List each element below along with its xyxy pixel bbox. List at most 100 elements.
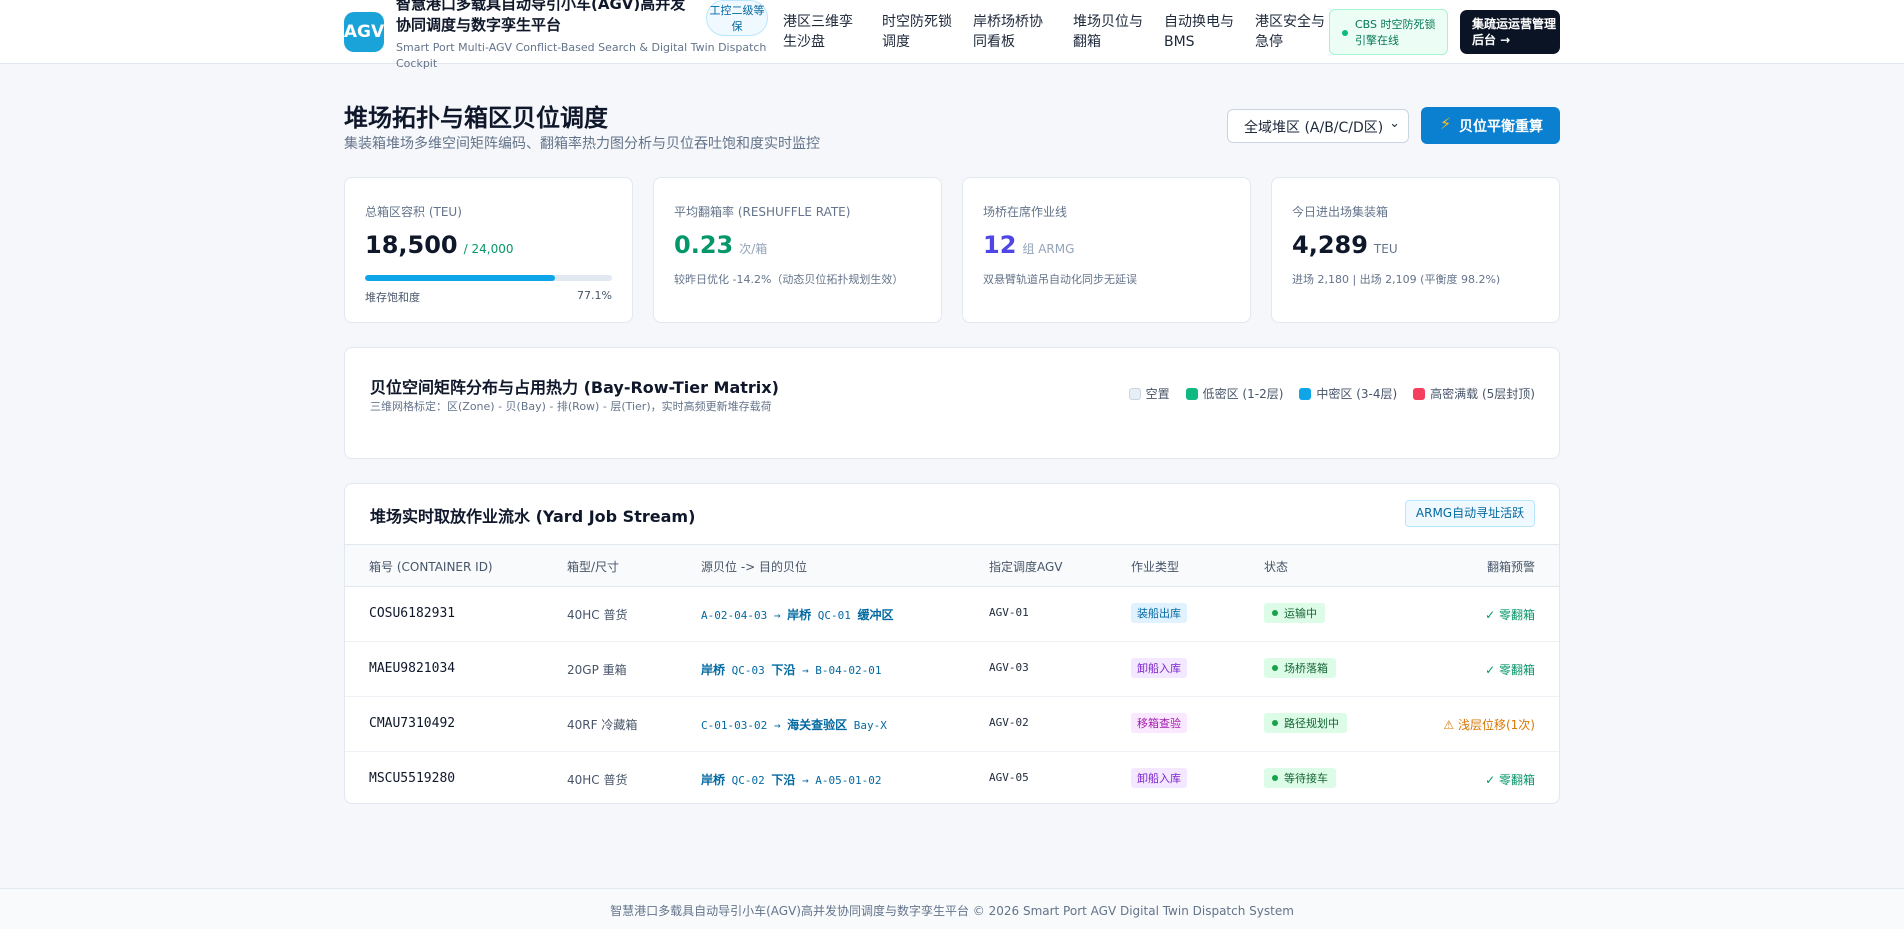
status-dot-icon bbox=[1272, 775, 1278, 781]
job-table-header: 箱号 (CONTAINER ID) 箱型/尺寸 源贝位 -> 目的贝位 指定调度… bbox=[345, 544, 1559, 587]
column-header: 翻箱预警 bbox=[1486, 560, 1535, 574]
status-badge: 场桥落箱 bbox=[1264, 658, 1336, 678]
legend-item-low: 低密区 (1-2层) bbox=[1185, 385, 1284, 402]
saturation-value: 77.1% bbox=[577, 289, 612, 302]
page-footer: 智慧港口多载具自动导引小车(AGV)高并发协同调度与数字孪生平台 © 2026 … bbox=[0, 888, 1904, 929]
container-id: MSCU5519280 bbox=[369, 771, 456, 786]
status-text: 路径规划中 bbox=[1284, 717, 1339, 730]
route-source: C-01-03-02 bbox=[701, 719, 768, 732]
column-header: 作业类型 bbox=[1131, 560, 1180, 574]
security-level-badge: 工控二级等保 bbox=[706, 0, 768, 36]
nav-item-3d-twin[interactable]: 港区三维孪生沙盘 bbox=[783, 12, 855, 52]
legend-label: 中密区 (3-4层) bbox=[1316, 387, 1398, 401]
kpi-value: 18,500 / 24,000 bbox=[365, 231, 513, 259]
armg-active-badge: ARMG自动寻址活跃 bbox=[1405, 500, 1535, 527]
container-id: MAEU9821034 bbox=[369, 661, 456, 676]
legend-label: 空置 bbox=[1145, 387, 1170, 401]
status-text: 等待接车 bbox=[1284, 772, 1328, 785]
kpi-card-throughput: 今日进出场集装箱 4,289 TEU 进场 2,180 | 出场 2,109 (平… bbox=[1271, 177, 1560, 323]
route-source-area: 下沿 bbox=[771, 773, 796, 787]
kpi-note: 较昨日优化 -14.2%（动态贝位拓扑规划生效） bbox=[674, 273, 904, 286]
job-type-tag: 卸船入库 bbox=[1131, 768, 1187, 788]
kpi-label: 总箱区容积 (TEU) bbox=[365, 205, 462, 219]
job-stream-title: 堆场实时取放作业流水 (Yard Job Stream) bbox=[370, 507, 696, 526]
page-subtitle: 集装箱堆场多维空间矩阵编码、翻箱率热力图分析与贝位吞吐饱和度实时监控 bbox=[344, 136, 820, 152]
nav-item-yard-bay[interactable]: 堆场贝位与翻箱 bbox=[1073, 12, 1145, 52]
app-subtitle: Smart Port Multi-AGV Conflict-Based Sear… bbox=[396, 41, 767, 70]
assigned-agv: AGV-02 bbox=[989, 716, 1029, 729]
zone-select[interactable]: 全域堆区 (A/B/C/D区) ⌄ bbox=[1227, 109, 1409, 143]
status-dot-icon bbox=[1272, 665, 1278, 671]
container-id: COSU6182931 bbox=[369, 606, 456, 621]
route-dest-name: 海关查验区 bbox=[787, 718, 848, 732]
status-text: 场桥落箱 bbox=[1284, 662, 1328, 675]
kpi-card-reshuffle: 平均翻箱率 (RESHUFFLE RATE) 0.23 次/箱 较昨日优化 -14… bbox=[653, 177, 942, 323]
table-row[interactable]: MSCU5519280 40HC 普货 岸桥 QC-02 下沿 → A-05-0… bbox=[345, 752, 1559, 807]
column-header: 状态 bbox=[1264, 560, 1289, 574]
status-badge: 路径规划中 bbox=[1264, 713, 1347, 733]
column-header: 箱型/尺寸 bbox=[567, 560, 620, 574]
job-type-tag: 移箱查验 bbox=[1131, 713, 1187, 733]
zone-select-value: 全域堆区 (A/B/C/D区) bbox=[1244, 120, 1384, 136]
legend-label: 高密满载 (5层封顶) bbox=[1430, 387, 1535, 401]
status-dot-icon bbox=[1272, 720, 1278, 726]
route-source: A-02-04-03 bbox=[701, 609, 768, 622]
kpi-value: 4,289 TEU bbox=[1292, 231, 1398, 259]
top-navbar: AGV 智慧港口多载具自动导引小车(AGV)高并发协同调度与数字孪生平台 Sma… bbox=[0, 0, 1904, 70]
admin-console-button[interactable]: 集疏运运营管理后台 → bbox=[1460, 10, 1560, 54]
legend-swatch bbox=[1413, 387, 1426, 400]
route: 岸桥 QC-03 下沿 → B-04-02-01 bbox=[701, 663, 882, 677]
legend-item-mid: 中密区 (3-4层) bbox=[1299, 385, 1397, 402]
page-title: 堆场拓扑与箱区贝位调度 bbox=[344, 104, 608, 132]
job-type-tag: 装船出库 bbox=[1131, 603, 1187, 623]
kpi-unit: 次/箱 bbox=[739, 242, 768, 256]
table-row[interactable]: COSU6182931 40HC 普货 A-02-04-03 → 岸桥 QC-0… bbox=[345, 587, 1559, 642]
nav-item-crane-board[interactable]: 岸桥场桥协同看板 bbox=[973, 12, 1045, 52]
legend-swatch bbox=[1128, 387, 1141, 400]
container-type: 40HC 普货 bbox=[567, 773, 628, 787]
kpi-label: 今日进出场集装箱 bbox=[1292, 205, 1389, 219]
route-dest-name: 岸桥 bbox=[787, 608, 812, 622]
cbs-engine-status: CBS 时空防死锁引擎在线 bbox=[1329, 9, 1448, 55]
saturation-label: 堆存饱和度 bbox=[365, 291, 420, 304]
kpi-label: 平均翻箱率 (RESHUFFLE RATE) bbox=[674, 205, 851, 219]
bay-matrix-panel: 贝位空间矩阵分布与占用热力 (Bay-Row-Tier Matrix) 三维网格… bbox=[344, 347, 1560, 459]
column-header: 指定调度AGV bbox=[989, 560, 1063, 574]
status-badge: 运输中 bbox=[1264, 603, 1325, 623]
assigned-agv: AGV-05 bbox=[989, 771, 1029, 784]
kpi-value-number: 12 bbox=[983, 231, 1017, 259]
nav-item-safety-estop[interactable]: 港区安全与急停 bbox=[1255, 12, 1327, 52]
cbs-status-text: CBS 时空防死锁引擎在线 bbox=[1355, 18, 1436, 47]
route-dest-code: QC-01 bbox=[817, 609, 851, 622]
route-source-name: 岸桥 bbox=[701, 663, 726, 677]
table-row[interactable]: CMAU7310492 40RF 冷藏箱 C-01-03-02 → 海关查验区 … bbox=[345, 697, 1559, 752]
reshuffle-warning: ✓ 零翻箱 bbox=[1485, 663, 1535, 677]
kpi-value-number: 0.23 bbox=[674, 231, 734, 259]
legend-item-empty: 空置 bbox=[1128, 385, 1170, 402]
legend-label: 低密区 (1-2层) bbox=[1202, 387, 1284, 401]
yard-job-stream-panel: 堆场实时取放作业流水 (Yard Job Stream) ARMG自动寻址活跃 … bbox=[344, 483, 1560, 804]
column-header: 箱号 (CONTAINER ID) bbox=[369, 560, 493, 574]
reshuffle-warning: ✓ 零翻箱 bbox=[1485, 608, 1535, 622]
kpi-unit: 组 ARMG bbox=[1022, 242, 1075, 256]
route-source-area: 下沿 bbox=[771, 663, 796, 677]
route-dest: A-05-01-02 bbox=[815, 774, 882, 787]
container-type: 40RF 冷藏箱 bbox=[567, 718, 638, 732]
route: C-01-03-02 → 海关查验区 Bay-X bbox=[701, 718, 887, 732]
status-text: 运输中 bbox=[1284, 607, 1317, 620]
kpi-unit: TEU bbox=[1373, 242, 1398, 256]
rebalance-button[interactable]: ⚡ 贝位平衡重算 bbox=[1421, 107, 1560, 144]
container-id: CMAU7310492 bbox=[369, 716, 456, 731]
route-dest-area: 缓冲区 bbox=[857, 608, 894, 622]
nav-item-battery-bms[interactable]: 自动换电与BMS bbox=[1164, 12, 1236, 52]
route-source-code: QC-02 bbox=[731, 774, 765, 787]
route-source-code: QC-03 bbox=[731, 664, 765, 677]
rebalance-button-label: 贝位平衡重算 bbox=[1459, 119, 1543, 135]
table-row[interactable]: MAEU9821034 20GP 重箱 岸桥 QC-03 下沿 → B-04-0… bbox=[345, 642, 1559, 697]
app-title: 智慧港口多载具自动导引小车(AGV)高并发协同调度与数字孪生平台 bbox=[396, 0, 686, 34]
nav-item-deadlock-dispatch[interactable]: 时空防死锁调度 bbox=[882, 12, 954, 52]
container-type: 40HC 普货 bbox=[567, 608, 628, 622]
matrix-legend: 空置 低密区 (1-2层) 中密区 (3-4层) 高密满载 (5层封顶) bbox=[1128, 385, 1535, 402]
matrix-subtitle: 三维网格标定：区(Zone) - 贝(Bay) - 排(Row) - 层(Tie… bbox=[370, 400, 772, 413]
assigned-agv: AGV-01 bbox=[989, 606, 1029, 619]
